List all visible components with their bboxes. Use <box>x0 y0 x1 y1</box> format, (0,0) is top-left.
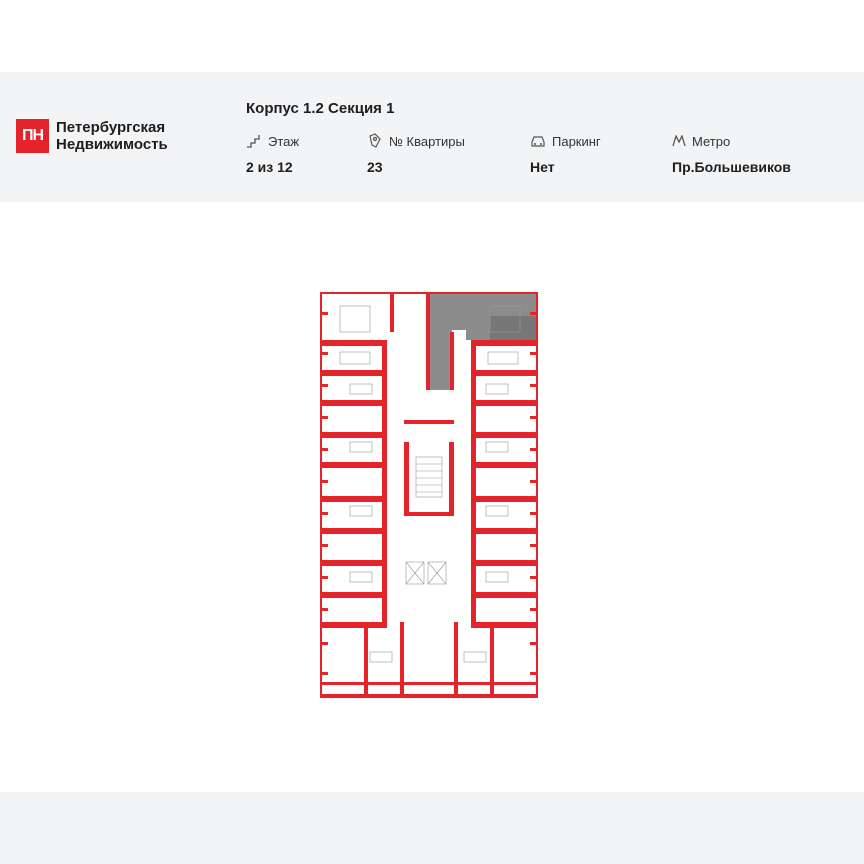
info-floor-value: 2 из 12 <box>246 159 293 175</box>
car-icon <box>531 136 545 147</box>
info-metro-value: Пр.Большевиков <box>672 159 791 175</box>
info-floor: Этаж 2 из 12 <box>246 133 300 176</box>
info-parking-value: Нет <box>530 159 555 175</box>
page-title: Корпус 1.2 Секция 1 <box>246 100 395 117</box>
info-metro: Метро Пр.Большевиков <box>672 133 791 176</box>
selected-apartment <box>428 292 466 330</box>
key-icon <box>369 133 381 148</box>
info-apartment-label: № Квартиры <box>389 133 465 149</box>
info-parking-label: Паркинг <box>552 133 601 149</box>
logo-line-1: Петербургская <box>56 119 166 136</box>
info-parking: Паркинг Нет <box>530 133 601 176</box>
logo-text: Петербургская Недвижимость <box>56 119 168 153</box>
logo-line-2: Недвижимость <box>56 136 168 153</box>
info-apartment: № Квартиры 23 <box>367 133 465 175</box>
top-whitespace <box>0 0 864 72</box>
logo-mark: ПН <box>16 119 49 153</box>
info-floor-label: Этаж <box>268 133 300 149</box>
logo[interactable]: ПН Петербургская Недвижимость <box>16 119 168 153</box>
info-apartment-value: 23 <box>367 159 383 175</box>
stairs-icon <box>247 135 260 148</box>
metro-icon <box>672 135 686 147</box>
info-metro-label: Метро <box>692 133 731 149</box>
floor-plan-image <box>320 292 538 698</box>
footer-panel <box>0 792 864 864</box>
